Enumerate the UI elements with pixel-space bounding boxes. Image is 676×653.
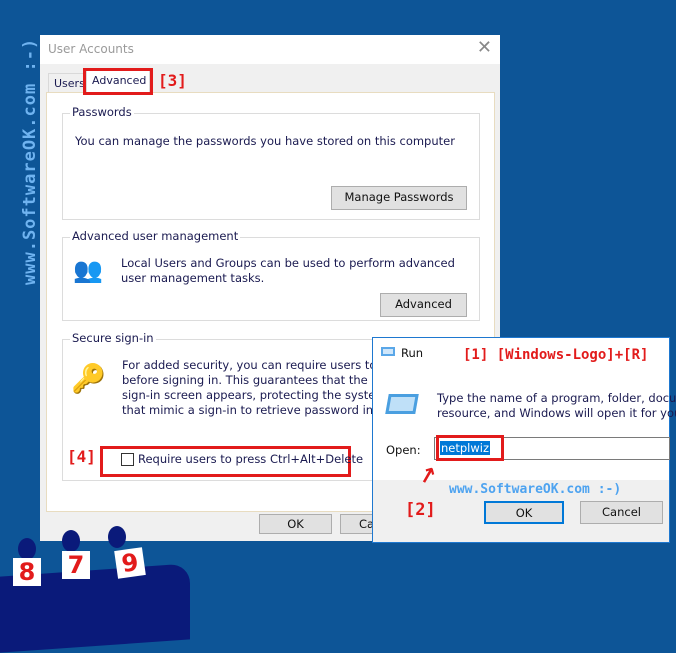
group-label: Secure sign-in <box>70 331 156 345</box>
passwords-group: Passwords You can manage the passwords y… <box>62 105 480 220</box>
close-icon[interactable]: ✕ <box>477 37 492 58</box>
advanced-management-group: Advanced user management 👥 Local Users a… <box>62 229 480 321</box>
text-line: that mimic a sign-in to retrieve passwor… <box>122 403 388 417</box>
users-icon: 👥 <box>73 256 103 284</box>
score-card: 7 <box>62 551 90 579</box>
run-desc-2: resource, and Windows will open it for y… <box>437 406 676 420</box>
secure-text: For added security, you can require user… <box>122 358 399 418</box>
text-line: For added security, you can require user… <box>122 358 399 372</box>
score-card: 8 <box>13 558 41 586</box>
watermark-vertical: www.SoftwareOK.com :-) <box>20 37 40 285</box>
watermark-run: www.SoftwareOK.com :-) <box>449 482 622 497</box>
highlight-box <box>436 435 504 461</box>
passwords-text: You can manage the passwords you have st… <box>75 134 455 148</box>
figure-head <box>62 530 80 552</box>
group-label: Passwords <box>70 105 134 119</box>
score-card: 9 <box>114 547 146 579</box>
group-label: Advanced user management <box>70 229 241 243</box>
text-line: sign-in screen appears, protecting the s… <box>122 388 399 402</box>
dialog-title: User Accounts <box>48 42 134 56</box>
ctrl-alt-delete-checkbox[interactable] <box>121 453 134 466</box>
checkbox-label[interactable]: Require users to press Ctrl+Alt+Delete <box>138 452 363 466</box>
figure-head <box>108 526 126 548</box>
text-line: before signing in. This guarantees that … <box>122 373 398 387</box>
annotation-4: [4] <box>67 447 96 466</box>
highlight-box <box>83 68 153 95</box>
annotation-3: [3] <box>158 71 187 90</box>
tab-users[interactable]: Users <box>48 73 86 93</box>
annotation-2: [2] <box>405 500 436 520</box>
key-icon: 🔑 <box>71 362 106 395</box>
run-cancel-button[interactable]: Cancel <box>580 501 663 524</box>
advanced-button[interactable]: Advanced <box>380 293 467 317</box>
title-bar: User Accounts ✕ <box>40 35 500 64</box>
annotation-1: [1] [Windows-Logo]+[R] <box>463 347 649 363</box>
manage-passwords-button[interactable]: Manage Passwords <box>331 186 467 210</box>
run-icon <box>385 394 419 414</box>
run-ok-button[interactable]: OK <box>484 501 564 524</box>
run-desc-1: Type the name of a program, folder, docu… <box>437 391 676 405</box>
ok-button[interactable]: OK <box>259 514 332 534</box>
run-dialog: Run [1] [Windows-Logo]+[R] Type the name… <box>372 337 676 543</box>
run-title: Run <box>401 346 424 360</box>
figure-head <box>18 538 36 560</box>
advanced-text: Local Users and Groups can be used to pe… <box>121 256 455 285</box>
open-label: Open: <box>386 443 421 457</box>
run-icon-small <box>381 347 395 356</box>
